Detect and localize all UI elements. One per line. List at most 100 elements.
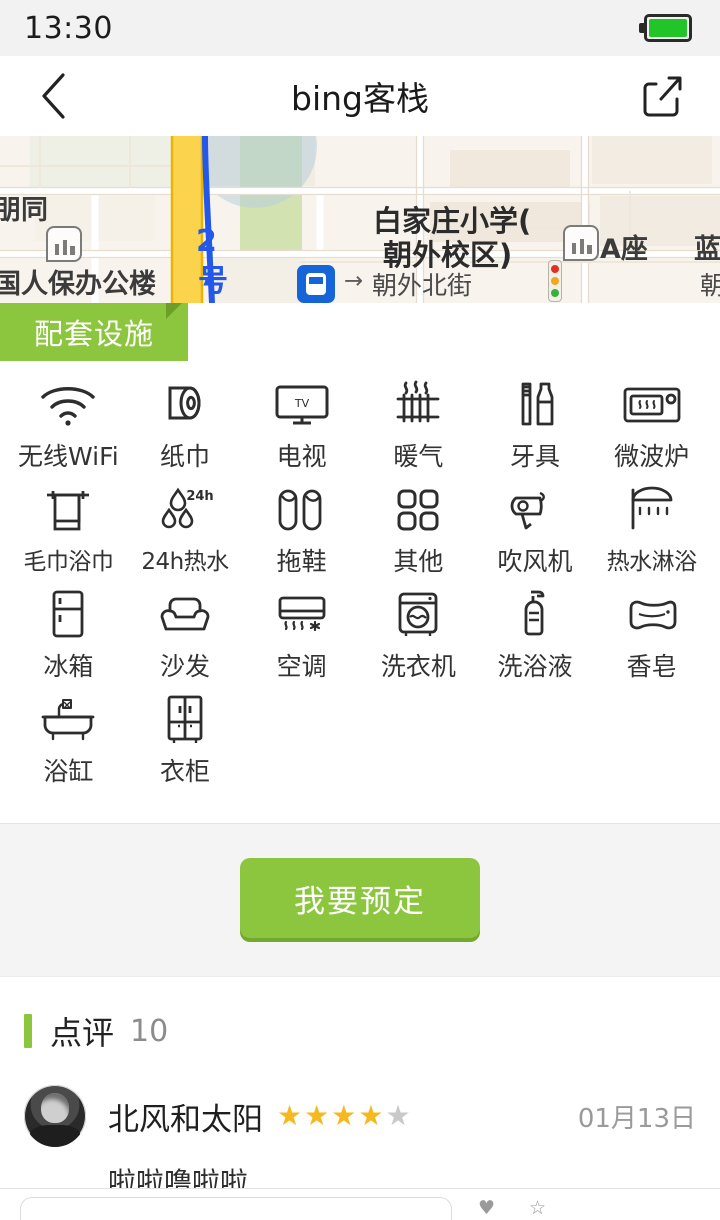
facility-label: 洗浴液 xyxy=(497,652,573,681)
wardrobe-icon xyxy=(161,692,209,748)
map-label-a-block: A座 xyxy=(600,234,648,265)
map-label-subway-number: 2 xyxy=(196,224,217,259)
shower-icon xyxy=(624,482,680,538)
facility-label: 冰箱 xyxy=(43,652,94,681)
review-header-row: 北风和太阳 ★★★★★ 01月13日 xyxy=(24,1085,696,1147)
star-filled-icon: ★ xyxy=(358,1099,386,1132)
direction-arrow-icon: → xyxy=(344,268,364,294)
wifi-icon xyxy=(39,377,97,433)
review-date: 01月13日 xyxy=(577,1103,696,1134)
facility-label: 其他 xyxy=(393,547,444,576)
air-conditioner-icon xyxy=(274,587,330,643)
facility-label: 无线WiFi xyxy=(18,442,119,471)
booking-band: 我要预定 xyxy=(0,823,720,977)
star-empty-icon: ★ xyxy=(385,1099,413,1132)
facilities-tab-wrap: 配套设施 xyxy=(0,303,720,361)
reviews-section: 点评 10 北风和太阳 ★★★★★ 01月13日 啦啦噜啦啦 xyxy=(0,977,720,1201)
battery-full-icon xyxy=(639,14,696,42)
facility-label: 沙发 xyxy=(159,652,210,681)
soap-icon xyxy=(623,587,681,643)
facility-item-other[interactable]: 其他 xyxy=(360,482,477,585)
facility-item-air-conditioner[interactable]: 空调 xyxy=(243,587,360,690)
reviews-title: 点评 xyxy=(50,1014,115,1052)
building-icon xyxy=(46,226,82,262)
map-label-office: 国人保办公楼 xyxy=(0,269,156,300)
facility-item-fridge[interactable]: 冰箱 xyxy=(10,587,127,690)
rating-stars: ★★★★★ xyxy=(277,1102,413,1130)
facility-item-shower[interactable]: 热水淋浴 xyxy=(593,482,710,585)
reviews-header: 点评 10 xyxy=(0,1003,720,1059)
tissue-roll-icon xyxy=(160,377,210,433)
facility-label: 洗衣机 xyxy=(380,652,456,681)
map-label-chao: 朝 xyxy=(700,271,720,300)
tv-icon: TV xyxy=(273,377,331,433)
book-now-button[interactable]: 我要预定 xyxy=(240,858,480,938)
svg-text:TV: TV xyxy=(294,397,310,410)
facility-label: 24h热水 xyxy=(141,549,229,575)
building-icon-a xyxy=(563,225,599,261)
facility-item-washing-machine[interactable]: 洗衣机 xyxy=(360,587,477,690)
svg-text:24h: 24h xyxy=(186,489,213,504)
grid-other-icon xyxy=(394,482,442,538)
nav-bar: bing客栈 xyxy=(0,56,720,136)
facilities-section: 配套设施 无线WiFi 纸巾 TV 电视 暖气 牙具 微波炉 毛巾浴巾 24h … xyxy=(0,303,720,823)
map-label-hutong: 朋同 xyxy=(0,195,48,226)
hot-water-icon: 24h xyxy=(156,482,214,538)
location-map[interactable]: 2 号 朋同 国人保办公楼 白家庄小学( 朝外校区) A座 蓝筹 → 朝外北街 … xyxy=(0,136,720,303)
washing-machine-icon xyxy=(393,587,443,643)
facilities-tab: 配套设施 xyxy=(0,303,189,361)
facility-item-microwave[interactable]: 微波炉 xyxy=(593,377,710,480)
facility-label: 空调 xyxy=(276,652,327,681)
comment-bar-actions: ♥ ☆ xyxy=(478,1197,546,1219)
facility-item-tissue[interactable]: 纸巾 xyxy=(127,377,244,480)
facility-label: 纸巾 xyxy=(159,442,210,471)
radiator-icon xyxy=(392,377,444,433)
facility-label: 衣柜 xyxy=(159,757,210,786)
map-label-subway-number2: 号 xyxy=(198,264,228,299)
facility-label: 暖气 xyxy=(393,442,444,471)
star-filled-icon: ★ xyxy=(304,1099,332,1132)
share-icon[interactable] xyxy=(628,56,698,136)
facility-label: 浴缸 xyxy=(43,757,94,786)
facility-item-toothbrush[interactable]: 牙具 xyxy=(477,377,594,480)
section-accent-bar xyxy=(24,1014,32,1048)
avatar xyxy=(24,1085,86,1147)
facility-item-hairdryer[interactable]: 吹风机 xyxy=(477,482,594,585)
page-title: bing客栈 xyxy=(291,79,429,118)
review-username: 北风和太阳 xyxy=(108,1101,263,1138)
facility-item-towel[interactable]: 毛巾浴巾 xyxy=(10,482,127,585)
sofa-icon xyxy=(156,587,214,643)
facility-label: 牙具 xyxy=(509,442,560,471)
comment-input[interactable] xyxy=(20,1197,452,1220)
facility-item-soap[interactable]: 香皂 xyxy=(593,587,710,690)
facilities-tab-label: 配套设施 xyxy=(34,317,155,351)
bathtub-icon xyxy=(39,692,97,748)
facility-item-tv[interactable]: TV 电视 xyxy=(243,377,360,480)
collect-action[interactable]: ☆ xyxy=(529,1197,546,1219)
facility-item-body-wash[interactable]: 洗浴液 xyxy=(477,587,594,690)
facility-label: 毛巾浴巾 xyxy=(23,549,114,575)
microwave-icon xyxy=(621,377,683,433)
star-filled-icon: ★ xyxy=(277,1099,305,1132)
facility-item-bathtub[interactable]: 浴缸 xyxy=(10,692,127,795)
facility-item-heating[interactable]: 暖气 xyxy=(360,377,477,480)
fridge-icon xyxy=(46,587,90,643)
facility-item-hot-water[interactable]: 24h 24h热水 xyxy=(127,482,244,585)
facility-label: 微波炉 xyxy=(614,442,690,471)
favorite-action[interactable]: ♥ xyxy=(478,1197,495,1219)
comment-bar: ♥ ☆ xyxy=(0,1188,720,1220)
facility-item-wifi[interactable]: 无线WiFi xyxy=(10,377,127,480)
slippers-icon xyxy=(276,482,328,538)
hairdryer-icon xyxy=(508,482,562,538)
tab-fold-corner xyxy=(166,303,182,319)
facility-item-wardrobe[interactable]: 衣柜 xyxy=(127,692,244,795)
facility-item-slippers[interactable]: 拖鞋 xyxy=(243,482,360,585)
toothbrush-icon xyxy=(511,377,559,433)
facility-item-sofa[interactable]: 沙发 xyxy=(127,587,244,690)
review-item[interactable]: 北风和太阳 ★★★★★ 01月13日 啦啦噜啦啦 xyxy=(0,1059,720,1201)
reviews-count: 10 xyxy=(130,1013,169,1049)
map-label-lanchou: 蓝筹 xyxy=(694,234,720,265)
back-chevron-icon[interactable] xyxy=(22,56,86,136)
bus-station-icon xyxy=(297,265,335,303)
facilities-grid: 无线WiFi 纸巾 TV 电视 暖气 牙具 微波炉 毛巾浴巾 24h 24h热水… xyxy=(0,361,720,795)
